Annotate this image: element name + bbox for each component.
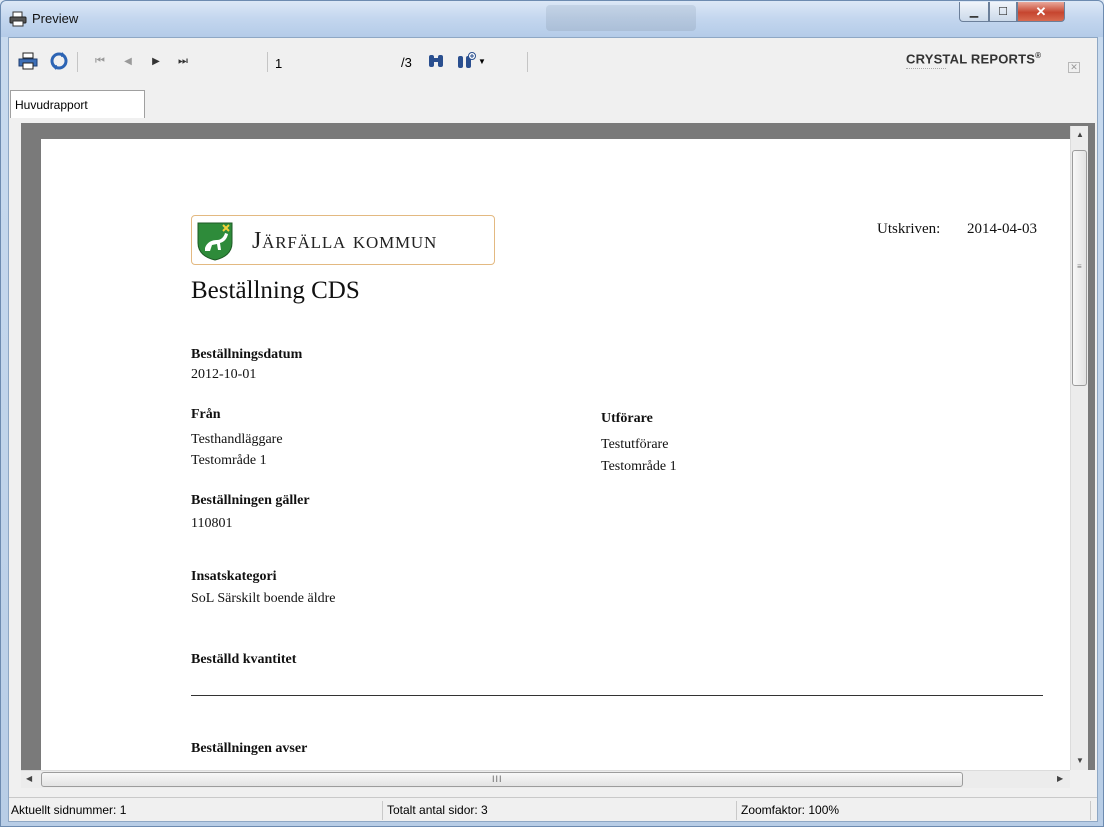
shield-icon [197, 222, 233, 261]
binoculars-icon[interactable] [425, 50, 447, 72]
refresh-icon[interactable] [48, 50, 70, 72]
category-label: Insatskategori [191, 569, 277, 584]
printed-date: 2014-04-03 [967, 221, 1037, 237]
client-area: ⏮ ◀ ▶ ⏭ /3 ▼ CRYSTAL REPORTS® ✕ Huvudrap… [8, 37, 1098, 822]
quantity-label: Beställd kvantitet [191, 652, 297, 667]
printer-icon [9, 11, 27, 27]
toolbar: ⏮ ◀ ▶ ⏭ /3 ▼ CRYSTAL REPORTS® ✕ [9, 38, 1097, 88]
category-value: SoL Särskilt boende äldre [191, 591, 336, 606]
window-title: Preview [32, 11, 79, 26]
page-number-input[interactable] [275, 54, 393, 72]
brand-underline [906, 68, 946, 72]
concerns-label: Beställningen avser [191, 741, 308, 756]
printer-icon[interactable] [17, 50, 39, 72]
municipality-logo: Järfälla kommun [191, 215, 495, 265]
performer-line2: Testområde 1 [601, 459, 677, 474]
performer-label: Utförare [601, 411, 653, 426]
status-bar: Aktuellt sidnummer: 1 Totalt antal sidor… [9, 797, 1097, 821]
scroll-up-icon[interactable]: ▲ [1076, 130, 1084, 139]
from-line2: Testområde 1 [191, 453, 267, 468]
report-page: Järfälla kommun Utskriven: 2014-04-03 Be… [41, 139, 1071, 770]
close-button[interactable]: ✕ [1017, 2, 1065, 22]
vertical-scroll-thumb[interactable]: ≡ [1072, 150, 1087, 386]
status-current-page: Aktuellt sidnummer: 1 [9, 801, 383, 820]
toolbar-separator [77, 52, 78, 72]
tab-huvudrapport[interactable]: Huvudrapport [10, 90, 145, 118]
scroll-right-icon[interactable]: ▶ [1057, 774, 1063, 783]
page-total: /3 [401, 55, 412, 70]
order-date-value: 2012-10-01 [191, 367, 257, 382]
grip-icon: III [492, 774, 503, 784]
printed-label: Utskriven: [877, 221, 941, 237]
preview-window: Preview ▁ ☐ ✕ ⏮ ◀ ▶ ⏭ /3 ▼ [0, 0, 1104, 827]
horizontal-scroll-thumb[interactable]: III [41, 772, 963, 787]
performer-line1: Testutförare [601, 437, 669, 452]
order-date-label: Beställningsdatum [191, 347, 303, 362]
horizontal-scrollbar[interactable]: ◀ III ▶ [21, 770, 1070, 788]
toolbar-separator [267, 52, 268, 72]
first-page-icon[interactable]: ⏮ [89, 50, 111, 72]
grip-icon: ≡ [1077, 262, 1082, 271]
maximize-button[interactable]: ☐ [989, 2, 1017, 22]
report-viewer[interactable]: Järfälla kommun Utskriven: 2014-04-03 Be… [21, 123, 1095, 770]
chevron-down-icon: ▼ [478, 56, 486, 66]
title-bar[interactable]: Preview ▁ ☐ ✕ [1, 1, 1103, 37]
zoom-icon[interactable]: ▼ [453, 50, 489, 72]
applies-label: Beställningen gäller [191, 493, 310, 508]
from-line1: Testhandläggare [191, 432, 283, 447]
logo-text: Järfälla kommun [252, 228, 438, 254]
brand-logo: CRYSTAL REPORTS® [906, 51, 1042, 67]
next-page-icon[interactable]: ▶ [145, 50, 167, 72]
last-page-icon[interactable]: ⏭ [172, 50, 194, 72]
divider [191, 695, 1043, 696]
scroll-down-icon[interactable]: ▼ [1076, 756, 1084, 765]
scroll-left-icon[interactable]: ◀ [26, 774, 32, 783]
from-label: Från [191, 407, 221, 422]
close-report-icon[interactable]: ✕ [1068, 62, 1080, 73]
applies-value: 110801 [191, 516, 233, 531]
status-total-pages: Totalt antal sidor: 3 [385, 801, 737, 820]
minimize-button[interactable]: ▁ [959, 2, 989, 22]
toolbar-separator [527, 52, 528, 72]
vertical-scrollbar[interactable]: ▲ ≡ ▼ [1070, 126, 1088, 770]
report-title: Beställning CDS [191, 277, 360, 304]
taskbar-ghost [546, 5, 696, 31]
status-zoom: Zoomfaktor: 100% [739, 801, 1091, 820]
previous-page-icon[interactable]: ◀ [117, 50, 139, 72]
